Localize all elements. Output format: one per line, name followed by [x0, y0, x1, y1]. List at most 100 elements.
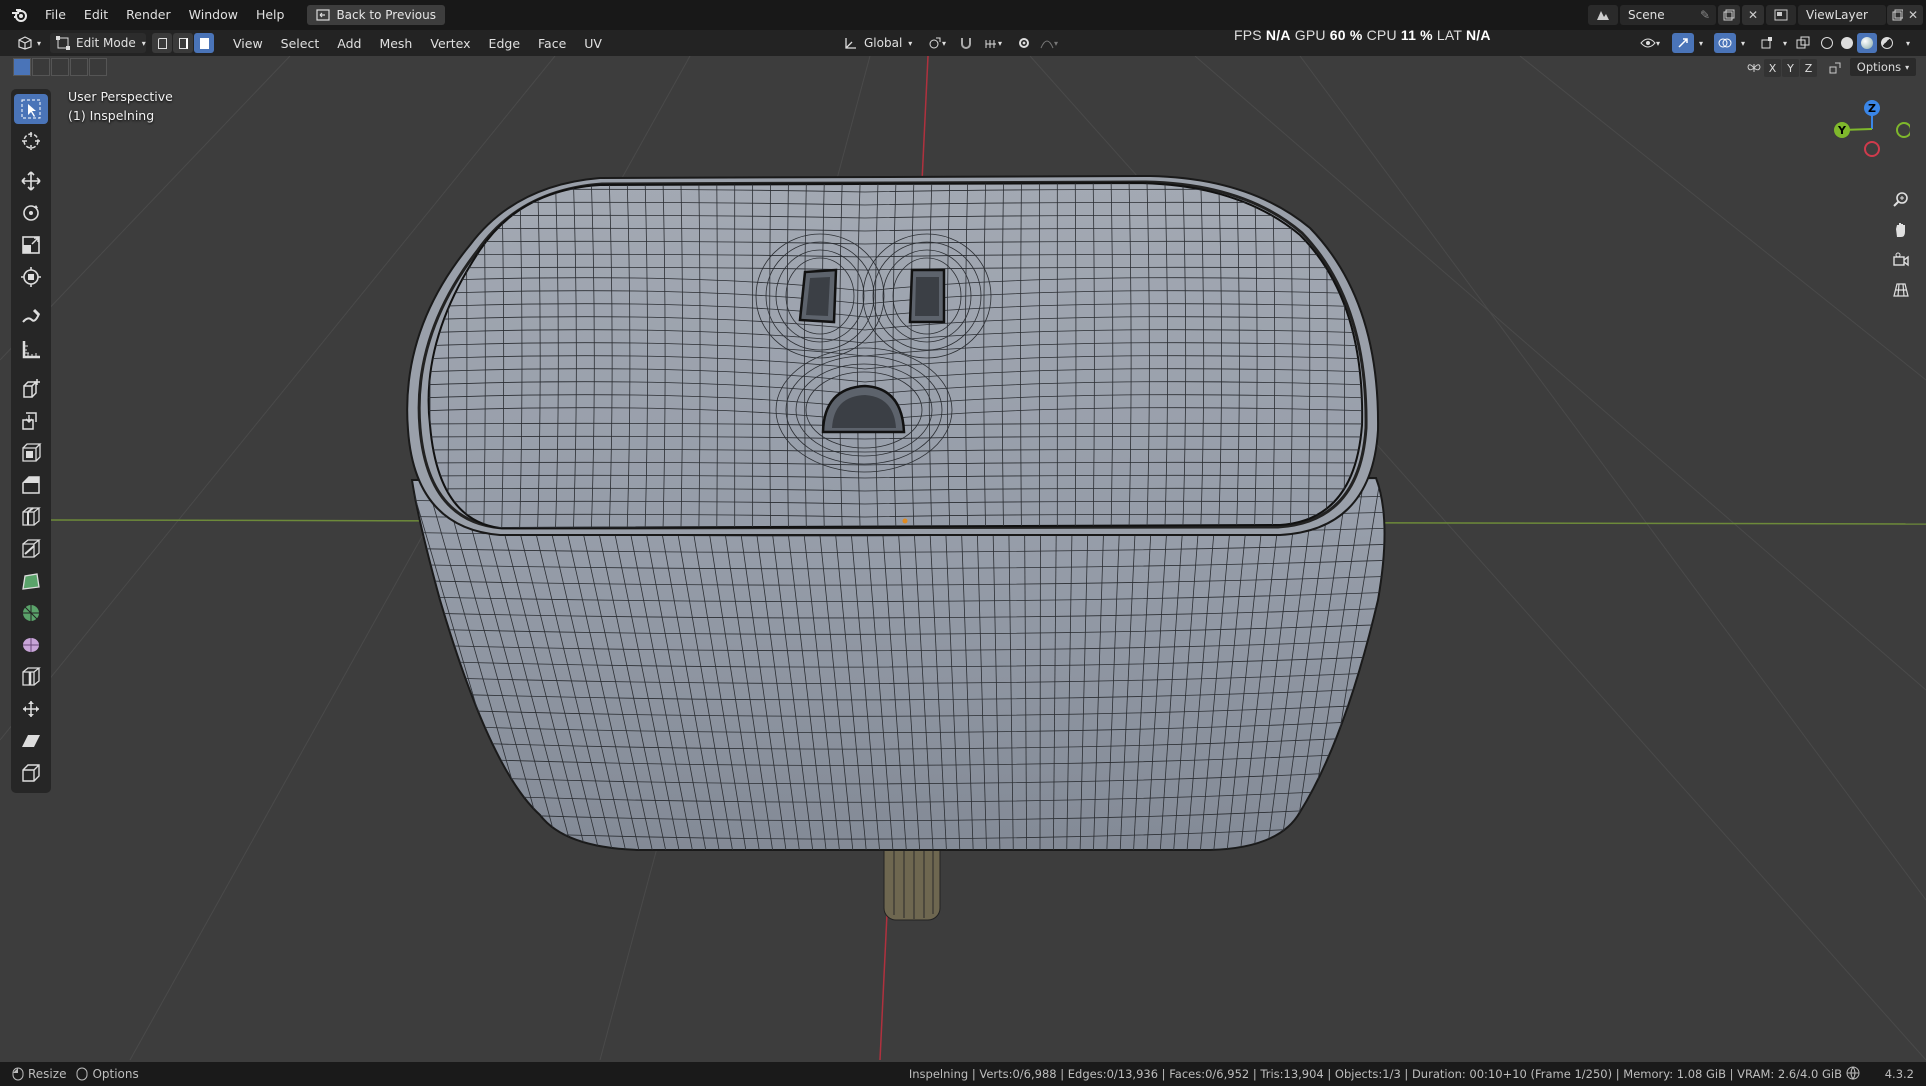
shading-options-dropdown[interactable]: ▾ [1898, 33, 1918, 53]
performance-stats: FPS N/A GPU 60 % CPU 11 % LAT N/A [1234, 27, 1491, 43]
mesh-object-top[interactable] [406, 174, 1380, 536]
globe-icon[interactable] [1846, 1066, 1860, 1083]
blender-logo-icon[interactable] [10, 5, 30, 25]
menu-face[interactable]: Face [529, 36, 575, 51]
zoom-button[interactable] [1886, 185, 1916, 215]
mesh-edit-overlays-dropdown[interactable]: ▾ [1778, 33, 1792, 53]
tool-smooth[interactable] [14, 630, 48, 660]
mode-dropdown[interactable]: Edit Mode ▾ [50, 33, 146, 53]
rendered-shading-button[interactable] [1877, 33, 1897, 53]
gizmo-x-axis[interactable] [1864, 141, 1880, 157]
select-invert-button[interactable] [70, 58, 88, 76]
tool-extrude-region[interactable] [14, 406, 48, 436]
tool-annotate[interactable] [14, 302, 48, 332]
status-resize-label: Resize [28, 1067, 67, 1081]
tool-inset-faces[interactable] [14, 438, 48, 468]
edge-select-icon [178, 37, 188, 49]
edge-select-button[interactable] [173, 33, 193, 53]
mirror-x-toggle[interactable]: X [1764, 59, 1781, 77]
visibility-dropdown[interactable]: ▾ [1634, 33, 1666, 53]
overlays-toggle[interactable] [1714, 33, 1736, 53]
toggle-perspective-button[interactable] [1886, 275, 1916, 305]
solid-shading-button[interactable] [1837, 33, 1857, 53]
menu-add[interactable]: Add [328, 36, 370, 51]
tool-knife[interactable] [14, 534, 48, 564]
mirror-y-toggle[interactable]: Y [1782, 59, 1799, 77]
tool-move[interactable] [14, 166, 48, 196]
tool-select-box[interactable] [14, 94, 48, 124]
tool-transform[interactable] [14, 262, 48, 292]
select-extend-button[interactable] [32, 58, 50, 76]
face-select-button[interactable] [194, 33, 214, 53]
menu-uv[interactable]: UV [575, 36, 611, 51]
gizmo-toggle[interactable] [1672, 33, 1694, 53]
gizmo-dropdown[interactable]: ▾ [1694, 33, 1708, 53]
overlays-dropdown[interactable]: ▾ [1736, 33, 1750, 53]
3d-viewport[interactable]: X Y Z Options ▾ User Perspective (1) Insp… [0, 56, 1926, 1062]
scene-name-field[interactable]: Scene ✎ [1620, 5, 1716, 25]
pan-button[interactable] [1886, 215, 1916, 245]
menu-view[interactable]: View [224, 36, 272, 51]
proportional-edit-toggle[interactable] [1015, 33, 1033, 53]
auto-merge-icon[interactable] [1826, 59, 1843, 77]
select-intersect-button[interactable] [89, 58, 107, 76]
menu-help[interactable]: Help [247, 0, 294, 30]
tool-edge-slide[interactable] [14, 662, 48, 692]
viewlayer-name-field[interactable]: ViewLayer [1798, 5, 1886, 25]
tool-poly-build[interactable] [14, 566, 48, 596]
menu-edit[interactable]: Edit [75, 0, 117, 30]
menu-mesh[interactable]: Mesh [370, 36, 421, 51]
snap-toggle[interactable] [957, 33, 975, 53]
tool-cursor[interactable] [14, 126, 48, 156]
magnet-icon [961, 38, 971, 49]
camera-view-button[interactable] [1886, 245, 1916, 275]
scene-browse-button[interactable] [1588, 5, 1618, 25]
menu-render[interactable]: Render [117, 0, 180, 30]
snap-target-dropdown[interactable]: ▾ [978, 33, 1008, 53]
falloff-dropdown[interactable]: ▾ [1036, 33, 1062, 53]
tool-spin[interactable] [14, 598, 48, 628]
vertex-select-button[interactable] [152, 33, 172, 53]
tool-measure[interactable] [14, 334, 48, 364]
menu-file[interactable]: File [36, 0, 75, 30]
tool-add-cube[interactable] [14, 374, 48, 404]
socket-hole-right[interactable] [908, 268, 946, 324]
viewlayer-browse-button[interactable] [1766, 5, 1796, 25]
gizmo-neg-y-axis[interactable] [1896, 122, 1910, 138]
butterfly-icon [1746, 64, 1761, 72]
tool-bevel[interactable] [14, 470, 48, 500]
mirror-options-icon[interactable] [1745, 59, 1762, 77]
mesh-edit-overlays-toggle[interactable] [1756, 33, 1778, 53]
gizmo-y-label: Y [1837, 124, 1847, 137]
transform-orientation-dropdown[interactable]: Global ▾ [840, 33, 918, 53]
wireframe-shading-button[interactable] [1817, 33, 1837, 53]
tool-scale[interactable] [14, 230, 48, 260]
pin-icon[interactable]: ✎ [1700, 8, 1710, 22]
rotate-icon [23, 205, 39, 221]
tool-shrink-fatten[interactable] [14, 694, 48, 724]
back-to-previous-button[interactable]: Back to Previous [307, 5, 445, 25]
menu-vertex[interactable]: Vertex [421, 36, 479, 51]
options-dropdown[interactable]: Options ▾ [1850, 58, 1916, 76]
delete-scene-button[interactable]: ✕ [1742, 5, 1764, 25]
tool-insert-loop[interactable] [14, 502, 48, 532]
menu-select[interactable]: Select [272, 36, 329, 51]
viewport-scene[interactable] [0, 56, 1926, 1062]
gpu-label: GPU [1294, 27, 1326, 43]
pivot-point-dropdown[interactable]: ▾ [922, 33, 952, 53]
tool-shear[interactable] [14, 726, 48, 756]
delete-viewlayer-button[interactable]: ✕ [1903, 5, 1923, 25]
new-scene-button[interactable] [1718, 5, 1740, 25]
tool-rotate[interactable] [14, 198, 48, 228]
xray-toggle[interactable] [1792, 33, 1814, 53]
tool-rip-region[interactable] [14, 758, 48, 788]
select-new-button[interactable] [13, 58, 31, 76]
navigation-gizmo[interactable]: Z Y [1820, 96, 1910, 176]
material-shading-button[interactable] [1857, 33, 1877, 53]
menu-edge[interactable]: Edge [480, 36, 529, 51]
mirror-z-toggle[interactable]: Z [1800, 59, 1817, 77]
editor-type-button[interactable]: ▾ [12, 33, 46, 53]
menu-window[interactable]: Window [180, 0, 247, 30]
socket-hole-left[interactable] [798, 268, 838, 324]
select-subtract-button[interactable] [51, 58, 69, 76]
